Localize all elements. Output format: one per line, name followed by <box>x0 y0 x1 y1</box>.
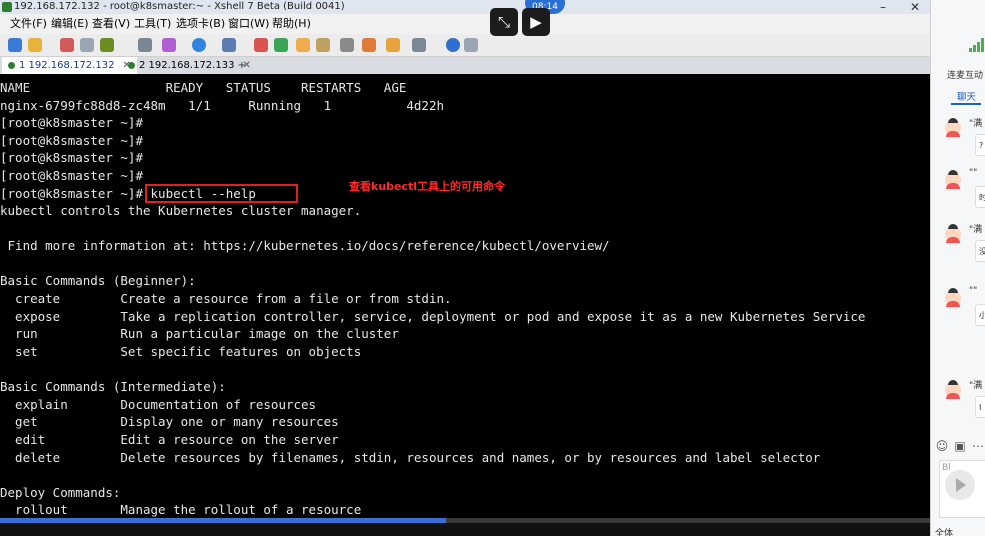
annotation-label: 查看kubectl工具上的可用命令 <box>349 180 506 193</box>
toolbar <box>0 34 930 57</box>
minimize-icon[interactable]: – <box>880 0 886 14</box>
screenshot-icon[interactable]: ⤡ <box>490 8 518 36</box>
tab-mic-interaction[interactable]: 连麦互动 <box>947 68 983 81</box>
terminal-line: delete Delete resources by filenames, st… <box>0 450 821 465</box>
menu-edit[interactable]: 编辑(E) <box>51 14 89 34</box>
bottom-strip <box>0 523 930 536</box>
image-icon[interactable]: ▣ <box>953 439 967 453</box>
menu-window[interactable]: 窗口(W) <box>228 14 269 34</box>
avatar <box>945 380 961 399</box>
tile-icon[interactable] <box>412 38 426 52</box>
xftp-icon[interactable] <box>254 38 268 52</box>
terminal-output[interactable]: NAME READY STATUS RESTARTS AGE nginx-679… <box>0 74 930 518</box>
chat-sender: "" <box>969 168 978 178</box>
find-icon[interactable] <box>138 38 152 52</box>
xshell-app-icon <box>2 2 12 12</box>
chat-bubble: 时 <box>975 186 985 208</box>
terminal-line: nginx-6799fc88d8-zc48m 1/1 Running 1 4d2… <box>0 98 445 113</box>
copy-icon[interactable] <box>100 38 114 52</box>
terminal-line: [root@k8smaster ~]# <box>0 150 143 165</box>
terminal-line: get Display one or many resources <box>0 414 339 429</box>
audience-label: 全体 <box>935 529 954 536</box>
terminal-line: [root@k8smaster ~]# <box>0 133 143 148</box>
menu-tools[interactable]: 工具(T) <box>134 14 171 34</box>
connect-icon[interactable] <box>60 38 74 52</box>
tab-label: 2 192.168.172.133 <box>139 60 235 71</box>
add-tab-icon[interactable]: + <box>234 57 250 74</box>
menu-tabs[interactable]: 选项卡(B) <box>176 14 225 34</box>
send-button[interactable] <box>945 470 975 500</box>
menu-view[interactable]: 查看(V) <box>92 14 130 34</box>
chat-sender: "" <box>969 286 978 296</box>
terminal-line: expose Take a replication controller, se… <box>0 309 866 324</box>
terminal-line: NAME READY STATUS RESTARTS AGE <box>0 80 407 95</box>
chat-sender: "满 <box>969 381 983 391</box>
chat-sender: "满 <box>969 225 983 235</box>
keyboard-icon[interactable] <box>316 38 330 52</box>
avatar <box>945 224 961 243</box>
chat-message: "满 没 <box>937 224 985 286</box>
layout-icon[interactable] <box>386 38 400 52</box>
chat-bubble: I <box>975 396 985 418</box>
close-icon[interactable]: ✕ <box>910 0 920 14</box>
terminal-line: run Run a particular image on the cluste… <box>0 326 399 341</box>
terminal-line: rollout Manage the rollout of a resource <box>0 502 362 517</box>
signal-icon <box>969 38 985 52</box>
status-dot-icon <box>8 61 15 69</box>
emoji-icon[interactable]: ☺ <box>935 439 949 453</box>
font-icon[interactable] <box>222 38 236 52</box>
tab-chat[interactable]: 聊天 <box>957 89 976 103</box>
help-icon[interactable] <box>446 38 460 52</box>
terminal-line: [root@k8smaster ~]# <box>0 168 143 183</box>
terminal-line: set Set specific features on objects <box>0 344 362 359</box>
terminal-line: [root@k8smaster ~]# <box>0 115 143 130</box>
tab-underline <box>951 103 981 105</box>
status-dot-icon <box>128 61 135 69</box>
terminal-line: explain Documentation of resources <box>0 397 317 412</box>
tunnel-icon[interactable] <box>274 38 288 52</box>
terminal-line: Deploy Commands: <box>0 485 121 500</box>
avatar <box>945 288 961 307</box>
transfer-icon[interactable] <box>162 38 176 52</box>
lock-icon[interactable] <box>296 38 310 52</box>
globe-icon[interactable] <box>192 38 206 52</box>
chat-input-hint: Bl <box>942 463 951 473</box>
session-tab-bar: 1 192.168.172.132 ✕ 2 192.168.172.133 ✕ + <box>0 57 930 74</box>
script-icon[interactable] <box>362 38 376 52</box>
live-chat-panel: 连麦互动 聊天 "满 ? "" 时 "满 没 "" 小 "满 I ☺ ▣ ⋯ B… <box>930 0 985 536</box>
terminal-line: edit Edit a resource on the server <box>0 432 339 447</box>
terminal-line: create Create a resource from a file or … <box>0 291 452 306</box>
terminal-line: kubectl controls the Kubernetes cluster … <box>0 203 362 218</box>
command-highlight-box <box>145 184 298 203</box>
new-session-icon[interactable] <box>8 38 22 52</box>
terminal-line: Find more information at: https://kubern… <box>0 238 610 253</box>
avatar <box>945 118 961 137</box>
window-title: 192.168.172.132 - root@k8smaster:~ - Xsh… <box>14 1 345 12</box>
chat-toolbar: ☺ ▣ ⋯ <box>931 436 985 458</box>
menu-help[interactable]: 帮助(H) <box>272 14 311 34</box>
tab-session-1[interactable]: 1 192.168.172.132 ✕ <box>2 57 137 74</box>
video-share-icon[interactable]: ▶ <box>522 8 550 36</box>
options-icon[interactable] <box>464 38 478 52</box>
avatar <box>945 170 961 189</box>
open-folder-icon[interactable] <box>28 38 42 52</box>
chat-sender: "满 <box>969 119 983 129</box>
chat-message: "满 I <box>937 380 985 442</box>
more-icon[interactable]: ⋯ <box>971 439 985 453</box>
disconnect-icon[interactable] <box>80 38 94 52</box>
terminal-line: Basic Commands (Beginner): <box>0 273 196 288</box>
compose-icon[interactable] <box>340 38 354 52</box>
chat-message: "" 小 <box>937 286 985 350</box>
chat-message: "满 ? <box>937 118 985 180</box>
chat-bubble: ? <box>975 134 985 156</box>
chat-bubble: 没 <box>975 240 985 262</box>
terminal-line: Basic Commands (Intermediate): <box>0 379 226 394</box>
menu-file[interactable]: 文件(F) <box>10 14 47 34</box>
window-titlebar: 192.168.172.132 - root@k8smaster:~ - Xsh… <box>0 0 930 14</box>
tab-label: 1 192.168.172.132 <box>19 60 115 71</box>
chat-bubble: 小 <box>975 304 985 326</box>
menu-bar: 文件(F) 编辑(E) 查看(V) 工具(T) 选项卡(B) 窗口(W) 帮助(… <box>0 14 930 34</box>
